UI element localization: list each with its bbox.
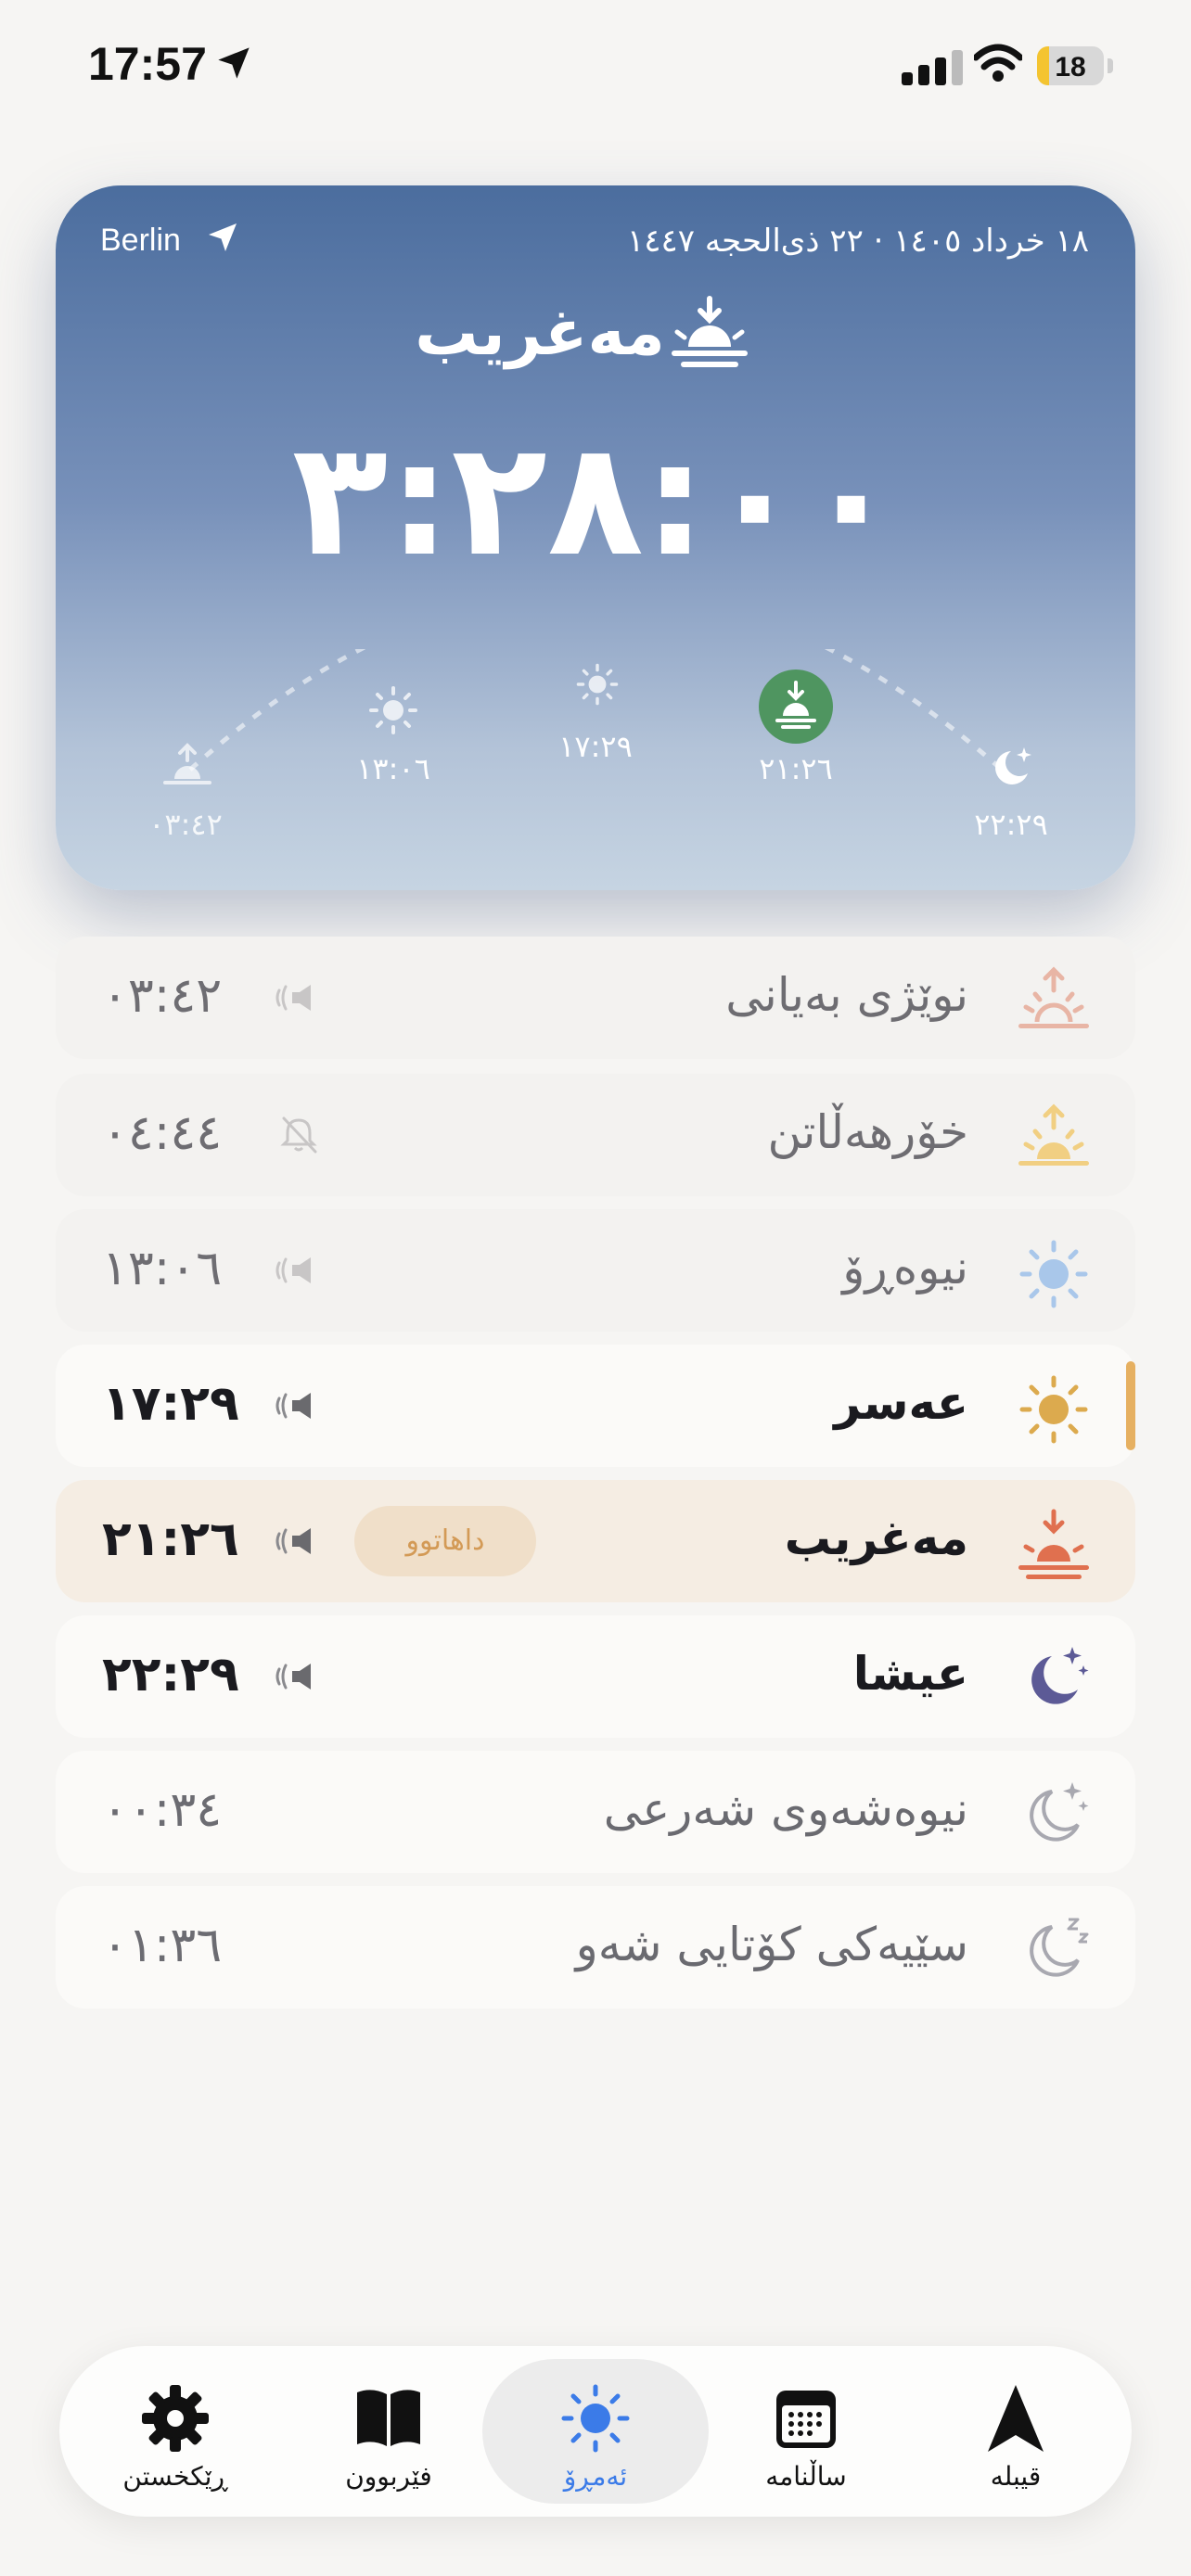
qibla-arrow-icon: [988, 2385, 1044, 2452]
prayer-time: ٠٣:٤٢: [102, 968, 223, 1024]
tab-settings[interactable]: ڕێکخستن: [69, 2346, 282, 2517]
sun-icon: [1019, 1240, 1088, 1308]
tab-bar: ڕێکخستن فێربوون ئەمڕۆ ساڵنامە قیبلە: [59, 2346, 1132, 2517]
sun-icon: [561, 2384, 630, 2453]
prayer-time: ١٧:٢٩: [102, 1376, 239, 1432]
moon-zzz-icon: [1030, 1918, 1089, 1977]
moon-stars-icon: [1030, 1782, 1089, 1842]
prayer-row-midnight[interactable]: نیوەشەوی شەرعی ٠٠:٣٤: [56, 1751, 1135, 1873]
status-time: 17:57: [88, 38, 207, 90]
prayer-name: سێیەکی کۆتایی شەو: [575, 1918, 968, 1971]
prayer-name: عیشا: [852, 1647, 968, 1701]
fajr-arc-icon: [163, 743, 211, 784]
prayer-name: عەسر: [834, 1376, 968, 1430]
moon-stars-icon: [1031, 1647, 1089, 1704]
location-arrow-icon: [209, 223, 237, 251]
speaker-icon[interactable]: [274, 1254, 320, 1287]
tab-today[interactable]: ئەمڕۆ: [482, 2359, 709, 2504]
arc-time-isha: ٢٢:٢٩: [974, 807, 1048, 842]
arc-time-dhuhr: ١٣:٠٦: [356, 751, 430, 786]
tab-qibla[interactable]: قیبلە: [909, 2346, 1122, 2517]
prayer-time: ٠١:٣٦: [102, 1918, 223, 1973]
battery-level: 18: [1055, 52, 1086, 83]
prayer-time: ٢٢:٢٩: [102, 1647, 239, 1702]
current-period-indicator: [1126, 1361, 1135, 1450]
speaker-icon[interactable]: [274, 1524, 320, 1558]
prayer-row-asr[interactable]: عەسر ١٧:٢٩: [56, 1345, 1135, 1467]
prayer-name: نیوەڕۆ: [842, 1241, 968, 1294]
tab-label: ڕێکخستن: [122, 2461, 228, 2492]
tab-calendar[interactable]: ساڵنامە: [699, 2346, 913, 2517]
prayer-row-dhuhr[interactable]: نیوەڕۆ ١٣:٠٦: [56, 1209, 1135, 1332]
sun-icon: [1019, 1375, 1088, 1444]
wifi-icon: [974, 44, 1022, 82]
cellular-signal-icon: [902, 48, 967, 85]
next-badge: داهاتوو: [354, 1506, 536, 1576]
prayer-row-sunrise[interactable]: خۆرهەڵاتن ٠٤:٤٤: [56, 1074, 1135, 1196]
arc-time-asr: ١٧:٢٩: [558, 729, 633, 764]
prayer-time: ٠٤:٤٤: [102, 1105, 223, 1161]
tab-label: قیبلە: [990, 2461, 1042, 2492]
sun-arc-icon: [369, 686, 417, 734]
sunrise-icon: [1018, 1103, 1089, 1166]
prayer-name: خۆرهەڵاتن: [767, 1105, 968, 1159]
prayer-row-fajr[interactable]: نوێژی بەیانی ٠٣:٤٢: [56, 937, 1135, 1059]
prayer-time: ٠٠:٣٤: [102, 1782, 223, 1838]
current-prayer-card[interactable]: Berlin ١٨ خرداد ١٤٠٥ · ٢٢ ذی‌الحجه ١٤٤٧ …: [56, 185, 1135, 890]
countdown-timer: ٣:٢٨:٠٠: [291, 408, 900, 592]
location-arrow-icon: [218, 47, 250, 79]
status-bar: 17:57 18: [0, 0, 1191, 130]
gear-icon: [142, 2385, 209, 2452]
prayer-row-isha[interactable]: عیشا ٢٢:٢٩: [56, 1615, 1135, 1738]
sunset-icon: [775, 681, 816, 729]
calendar-icon: [776, 2391, 836, 2448]
arc-time-fajr: ٠٣:٤٢: [148, 807, 223, 842]
city-name: Berlin: [100, 223, 181, 258]
arc-time-maghrib: ٢١:٢٦: [759, 751, 833, 786]
battery-tip: [1108, 58, 1113, 73]
tab-label: فێربوون: [345, 2461, 432, 2492]
sun-arc-icon: [576, 663, 619, 706]
battery-icon: 18: [1037, 46, 1104, 85]
sunset-icon: [1018, 1509, 1089, 1579]
prayer-name: مەغریب: [784, 1511, 968, 1565]
prayer-time: ١٣:٠٦: [102, 1241, 223, 1296]
tab-label: ساڵنامە: [765, 2461, 847, 2492]
moon-arc-icon: [995, 747, 1031, 784]
tab-label: ئەمڕۆ: [563, 2461, 628, 2492]
prayer-name: نیوەشەوی شەرعی: [603, 1782, 968, 1836]
book-icon: [357, 2390, 420, 2446]
speaker-icon[interactable]: [274, 1389, 320, 1422]
tab-learn[interactable]: فێربوون: [282, 2346, 495, 2517]
prayer-row-last-third[interactable]: سێیەکی کۆتایی شەو ٠١:٣٦: [56, 1886, 1135, 2009]
speaker-icon[interactable]: [274, 1660, 320, 1693]
current-prayer-name: مەغریب: [415, 297, 665, 370]
prayer-row-maghrib[interactable]: مەغریب داهاتوو ٢١:٢٦: [56, 1480, 1135, 1602]
date-label: ١٨ خرداد ١٤٠٥ · ٢٢ ذی‌الحجه ١٤٤٧: [626, 223, 1089, 260]
sunrise-icon: [1018, 966, 1089, 1028]
speaker-icon[interactable]: [274, 981, 320, 1014]
current-prayer-marker: [759, 670, 833, 744]
prayer-time: ٢١:٢٦: [102, 1511, 239, 1567]
bell-off-icon[interactable]: [278, 1115, 319, 1155]
prayer-name: نوێژی بەیانی: [725, 968, 968, 1022]
